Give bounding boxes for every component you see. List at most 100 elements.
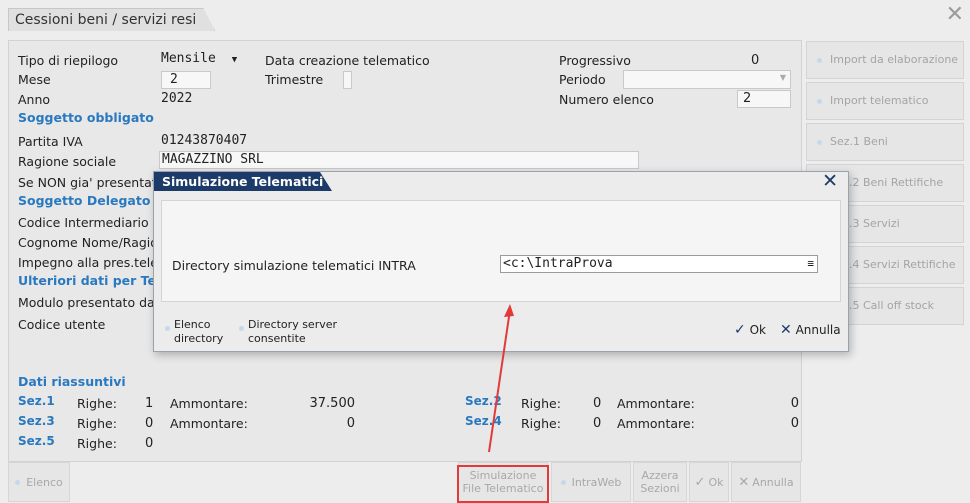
sez1-beni-button[interactable]: Sez.1 Beni xyxy=(806,123,964,161)
dati-riassuntivi-heading: Dati riassuntivi xyxy=(18,374,126,389)
import-telematico-button[interactable]: Import telematico xyxy=(806,82,964,120)
elenco-button[interactable]: Elenco xyxy=(8,462,70,502)
close-icon: ✕ xyxy=(780,322,792,338)
sez1-beni-label: Sez.1 Beni xyxy=(830,135,888,148)
azzera-sezioni-button[interactable]: Azzera Sezioni xyxy=(633,462,687,502)
partita-iva-label: Partita IVA xyxy=(18,134,83,149)
dialog-ok-button[interactable]: ✓ Ok xyxy=(734,322,766,338)
dialog-title: Simulazione Telematici xyxy=(162,174,324,189)
sez1-righe-value: 1 xyxy=(145,396,154,411)
check-icon: ✓ xyxy=(734,322,746,338)
codice-intermediario-label: Codice Intermediario xyxy=(18,215,149,230)
mese-label: Mese xyxy=(18,72,51,87)
anno-label: Anno xyxy=(18,92,51,107)
trimestre-label: Trimestre xyxy=(265,72,324,87)
sez4-ammontare-value: 0 xyxy=(790,416,799,431)
azzera-label-line2: Sezioni xyxy=(640,482,680,495)
ok-button[interactable]: ✓ Ok xyxy=(689,462,729,502)
import-telematico-label: Import telematico xyxy=(830,94,929,107)
bullet-icon xyxy=(165,326,170,331)
sez3-link[interactable]: Sez.3 xyxy=(18,414,55,428)
sez2-righe-label: Righe: xyxy=(521,396,561,411)
chevron-down-icon: ▼ xyxy=(779,73,786,82)
elenco-directory-link[interactable]: Elenco directory xyxy=(165,318,224,346)
sez4-ammontare-label: Ammontare: xyxy=(617,416,695,431)
sez3-ammontare-label: Ammontare: xyxy=(170,416,248,431)
elenco-directory-line2: directory xyxy=(174,332,224,345)
dialog-title-tab: Simulazione Telematici xyxy=(154,172,332,191)
tipo-riepilogo-label: Tipo di riepilogo xyxy=(18,53,119,68)
sez4-servizi-rettifiche-label: .4 Servizi Rettifiche xyxy=(849,258,956,271)
numero-elenco-label: Numero elenco xyxy=(559,92,654,107)
window-close-icon[interactable]: ✕ xyxy=(946,4,964,26)
sez2-beni-rettifiche-label: .2 Beni Rettifiche xyxy=(849,176,944,189)
sez4-righe-value: 0 xyxy=(593,416,602,431)
sez1-ammontare-value: 37.500 xyxy=(309,396,356,411)
chevron-down-icon: ▼ xyxy=(231,55,238,65)
sez5-righe-label: Righe: xyxy=(77,436,117,451)
sez5-call-off-stock-label: .5 Call off stock xyxy=(849,299,935,312)
numero-elenco-field[interactable]: 2 xyxy=(737,90,791,108)
mese-value: 2 xyxy=(170,72,178,87)
directory-simulazione-label: Directory simulazione telematici INTRA xyxy=(172,258,416,273)
soggetto-obbligato-heading: Soggetto obbligato xyxy=(18,110,154,125)
directory-server-line2: consentite xyxy=(248,332,306,345)
bullet-icon xyxy=(817,57,822,63)
sez2-righe-value: 0 xyxy=(593,396,602,411)
sez3-servizi-label: .3 Servizi xyxy=(849,217,900,230)
data-creazione-label: Data creazione telematico xyxy=(265,53,430,68)
ragione-sociale-value: MAGAZZINO SRL xyxy=(162,152,264,167)
elenco-label: Elenco xyxy=(26,475,63,489)
anno-value[interactable]: 2022 xyxy=(161,91,192,106)
bullet-icon xyxy=(817,98,822,104)
soggetto-delegato-heading: Soggetto Delegato xyxy=(18,193,151,208)
annotation-arrow-shaft xyxy=(488,309,511,453)
intraweb-button[interactable]: IntraWeb xyxy=(551,462,631,502)
sez4-righe-label: Righe: xyxy=(521,416,561,431)
directory-server-link[interactable]: Directory server consentite xyxy=(239,318,337,346)
close-icon: ✕ xyxy=(738,474,750,490)
progressivo-label: Progressivo xyxy=(559,53,631,68)
sez1-link[interactable]: Sez.1 xyxy=(18,394,55,408)
dialog-annulla-label: Annulla xyxy=(795,323,841,337)
dialog-annulla-button[interactable]: ✕ Annulla xyxy=(780,322,841,338)
mese-field[interactable]: 2 xyxy=(161,71,211,89)
dialog-close-icon[interactable]: ✕ xyxy=(822,170,838,192)
ragione-sociale-field[interactable]: MAGAZZINO SRL xyxy=(159,151,639,169)
azzera-label-line1: Azzera xyxy=(641,469,679,482)
directory-simulazione-value: <c:\IntraProva xyxy=(503,256,613,271)
import-elaborazione-button[interactable]: Import da elaborazione xyxy=(806,41,964,79)
window-title: Cessioni beni / servizi resi xyxy=(15,12,197,28)
sez3-ammontare-value: 0 xyxy=(346,416,355,431)
sez5-righe-value: 0 xyxy=(145,436,154,451)
periodo-select[interactable]: ▼ xyxy=(623,70,791,89)
list-icon[interactable]: ≡ xyxy=(807,256,814,272)
modulo-label: Modulo presentato da xyxy=(18,295,155,310)
numero-elenco-value: 2 xyxy=(743,91,752,106)
ragione-sociale-label: Ragione sociale xyxy=(18,154,117,169)
annulla-button[interactable]: ✕ Annulla xyxy=(731,462,801,502)
annulla-label: Annulla xyxy=(752,475,794,489)
partita-iva-value[interactable]: 01243870407 xyxy=(161,133,247,148)
annotation-arrow xyxy=(488,304,514,453)
trimestre-field[interactable] xyxy=(343,71,352,89)
codice-utente-label: Codice utente xyxy=(18,317,106,332)
bullet-icon xyxy=(15,479,21,485)
check-icon: ✓ xyxy=(694,474,706,490)
intraweb-label: IntraWeb xyxy=(571,475,622,489)
annotation-highlight-box xyxy=(457,465,549,503)
tipo-riepilogo-select[interactable]: Mensile ▼ xyxy=(161,51,237,66)
bullet-icon xyxy=(560,479,566,485)
sez5-link[interactable]: Sez.5 xyxy=(18,434,55,448)
sez2-ammontare-value: 0 xyxy=(790,396,799,411)
directory-simulazione-input[interactable]: <c:\IntraProva ≡ xyxy=(500,255,818,273)
sez3-righe-label: Righe: xyxy=(77,416,117,431)
sez2-ammontare-label: Ammontare: xyxy=(617,396,695,411)
elenco-directory-line1: Elenco xyxy=(174,318,211,331)
dialog-content-panel: Directory simulazione telematici INTRA <… xyxy=(161,200,841,302)
ulteriori-dati-heading: Ulteriori dati per Tele xyxy=(18,273,169,288)
annotation-arrow-head xyxy=(504,304,514,317)
bullet-icon xyxy=(817,139,822,145)
ok-label: Ok xyxy=(708,475,724,489)
sez1-righe-label: Righe: xyxy=(77,396,117,411)
